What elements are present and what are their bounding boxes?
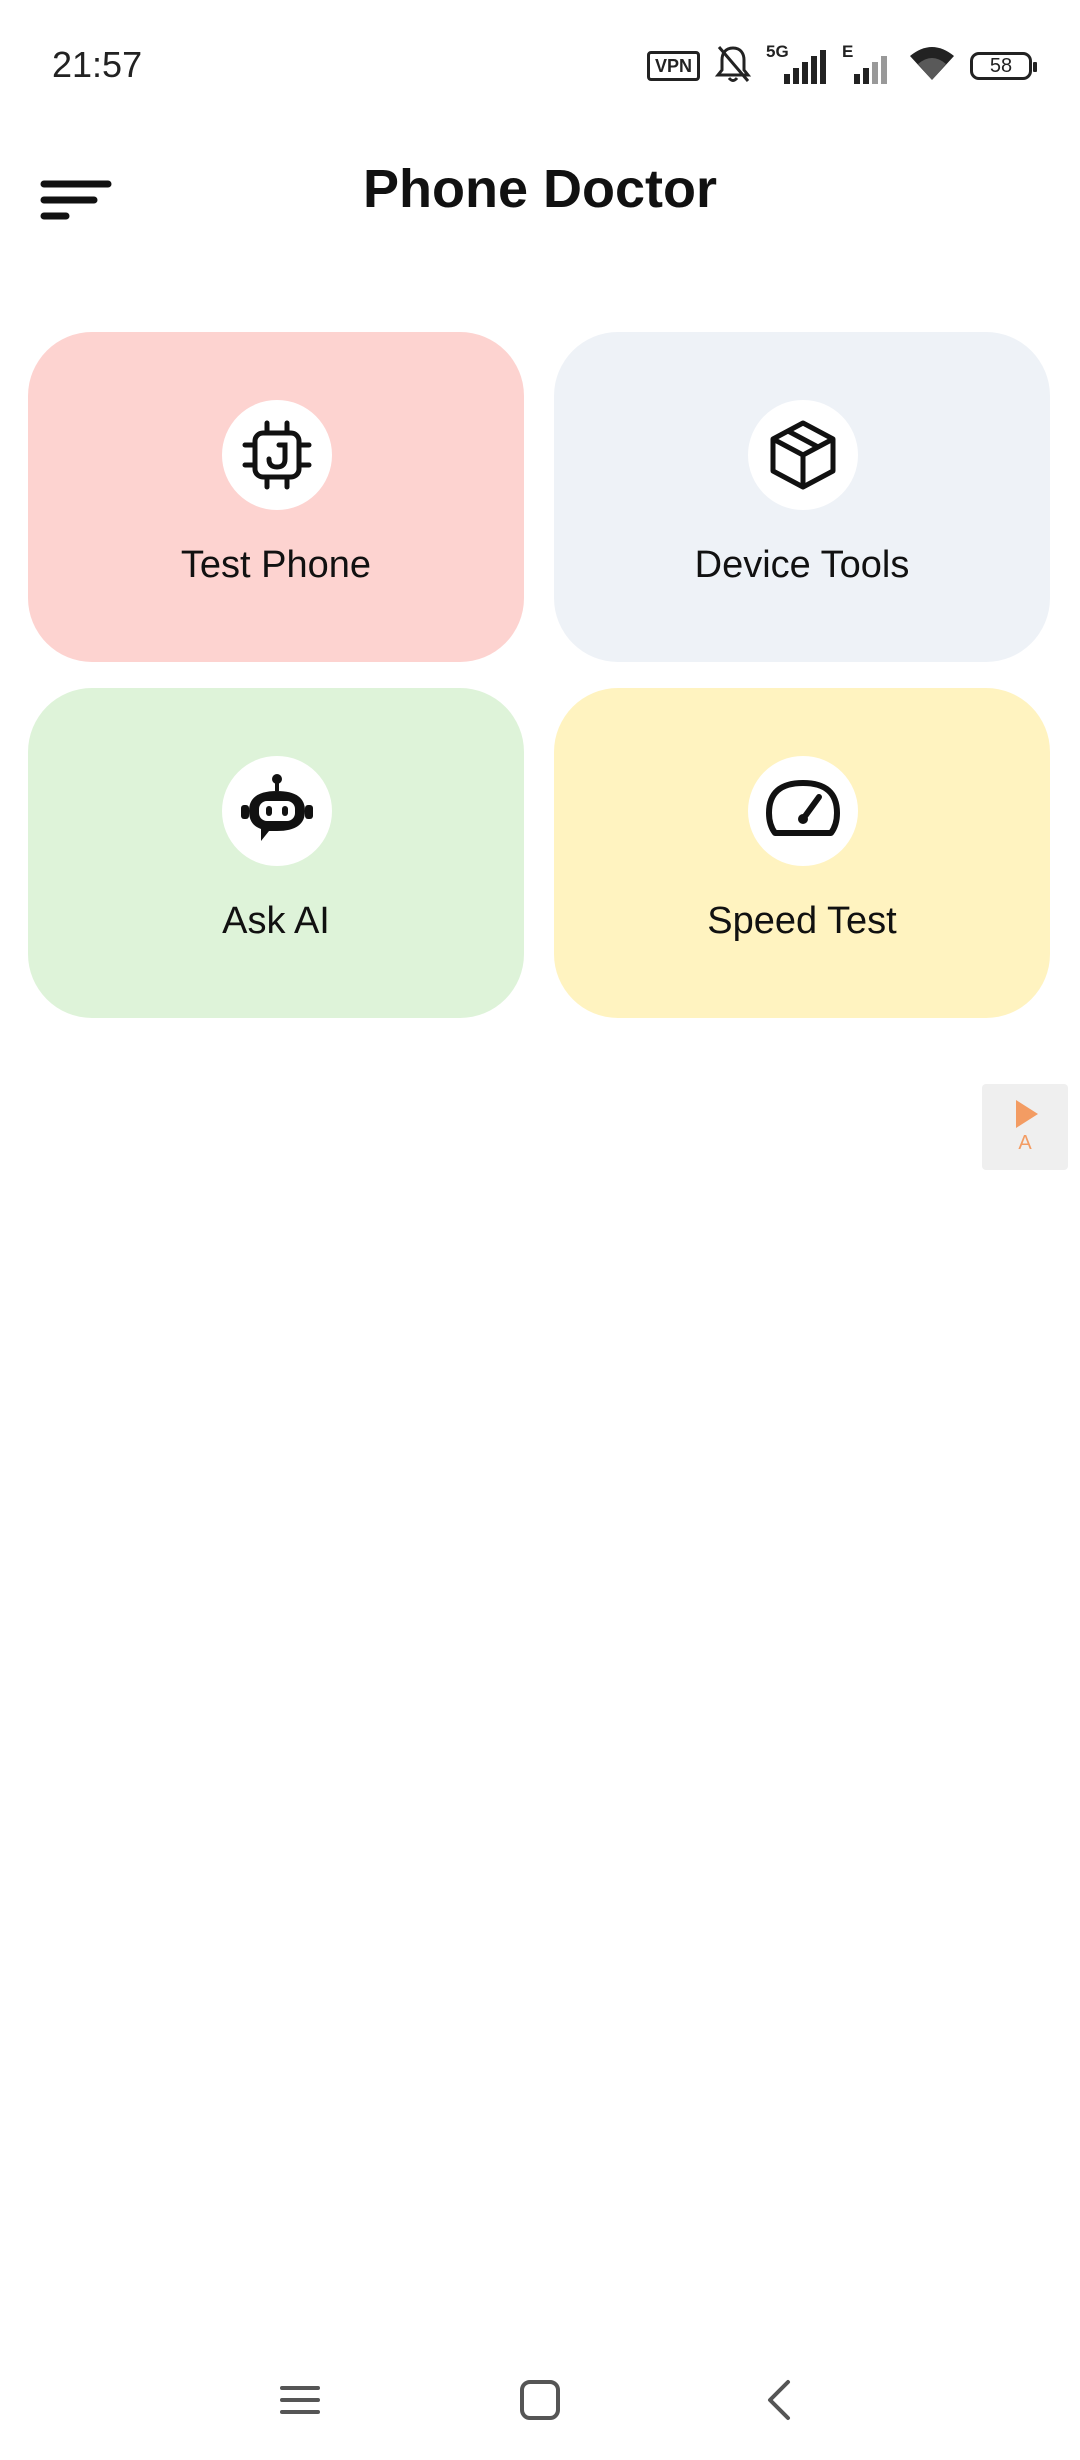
recent-apps-button[interactable] — [260, 2360, 340, 2440]
signal-e-icon: E — [842, 42, 894, 86]
status-bar: 21:57 VPN 5G E 58 — [0, 0, 1080, 140]
test-phone-icon-circle — [222, 400, 332, 510]
home-button[interactable] — [500, 2360, 580, 2440]
device-tools-card[interactable]: Device Tools — [554, 332, 1050, 662]
vpn-badge: VPN — [646, 51, 700, 81]
menu-lines-icon — [280, 2386, 320, 2414]
floating-ad-button[interactable]: A — [982, 1084, 1068, 1170]
app-bar: Phone Doctor — [0, 140, 1080, 240]
signal-5g-icon: 5G — [766, 42, 828, 86]
wifi-icon — [908, 44, 956, 89]
ask-ai-label: Ask AI — [222, 900, 330, 942]
cube-icon — [770, 420, 836, 490]
robot-icon — [241, 774, 313, 841]
speed-test-icon-circle — [748, 756, 858, 866]
status-icons: VPN 5G E 58 — [646, 42, 1037, 89]
page-title: Phone Doctor — [362, 159, 717, 219]
ad-letter: A — [1018, 1132, 1032, 1154]
device-tools-label: Device Tools — [694, 544, 910, 586]
system-nav-bar — [0, 2340, 1080, 2460]
status-time: 21:57 — [52, 44, 143, 85]
speed-test-card[interactable]: Speed Test — [554, 688, 1050, 1018]
ask-ai-icon-circle — [222, 756, 332, 866]
bell-muted-icon — [714, 44, 752, 89]
back-button[interactable] — [740, 2360, 820, 2440]
battery-indicator: 58 — [970, 52, 1037, 80]
device-tools-icon-circle — [748, 400, 858, 510]
home-square-icon — [520, 2380, 560, 2420]
ask-ai-card[interactable]: Ask AI — [28, 688, 524, 1018]
speedometer-icon — [766, 780, 840, 836]
chip-icon — [242, 420, 312, 490]
test-phone-label: Test Phone — [180, 544, 372, 586]
back-chevron-icon — [768, 2380, 790, 2420]
test-phone-card[interactable]: Test Phone — [28, 332, 524, 662]
speed-test-label: Speed Test — [707, 900, 897, 942]
